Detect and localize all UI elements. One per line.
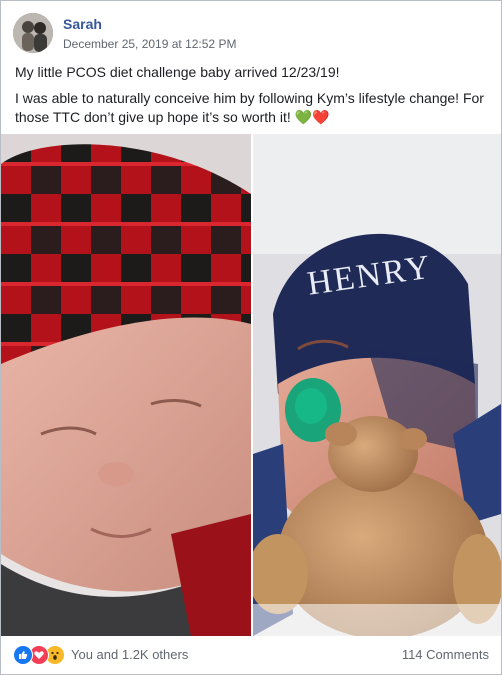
post-card: Sarah December 25, 2019 at 12:52 PM My l…	[0, 0, 502, 675]
comments-count-link[interactable]: 114 Comments	[402, 647, 489, 662]
post-paragraph-1: My little PCOS diet challenge baby arriv…	[15, 64, 340, 80]
avatar-photo	[13, 13, 53, 53]
reaction-count[interactable]: You and 1.2K others	[71, 647, 188, 662]
author-name[interactable]: Sarah	[63, 16, 102, 32]
avatar[interactable]	[13, 13, 53, 53]
like-icon	[13, 645, 33, 665]
photo-right-image: HENRY	[253, 134, 501, 636]
post-timestamp[interactable]: December 25, 2019 at 12:52 PM	[63, 37, 236, 51]
post-paragraph-2: I was able to naturally conceive him by …	[15, 90, 484, 125]
photo-grid: HENRY	[1, 134, 501, 636]
photo-left-image	[1, 134, 251, 636]
post-footer: You and 1.2K others 114 Comments	[1, 637, 501, 674]
photo-baby-plaid-hat[interactable]	[1, 134, 251, 636]
photo-baby-henry-hat[interactable]: HENRY	[253, 134, 501, 636]
post-body: My little PCOS diet challenge baby arriv…	[15, 63, 493, 134]
